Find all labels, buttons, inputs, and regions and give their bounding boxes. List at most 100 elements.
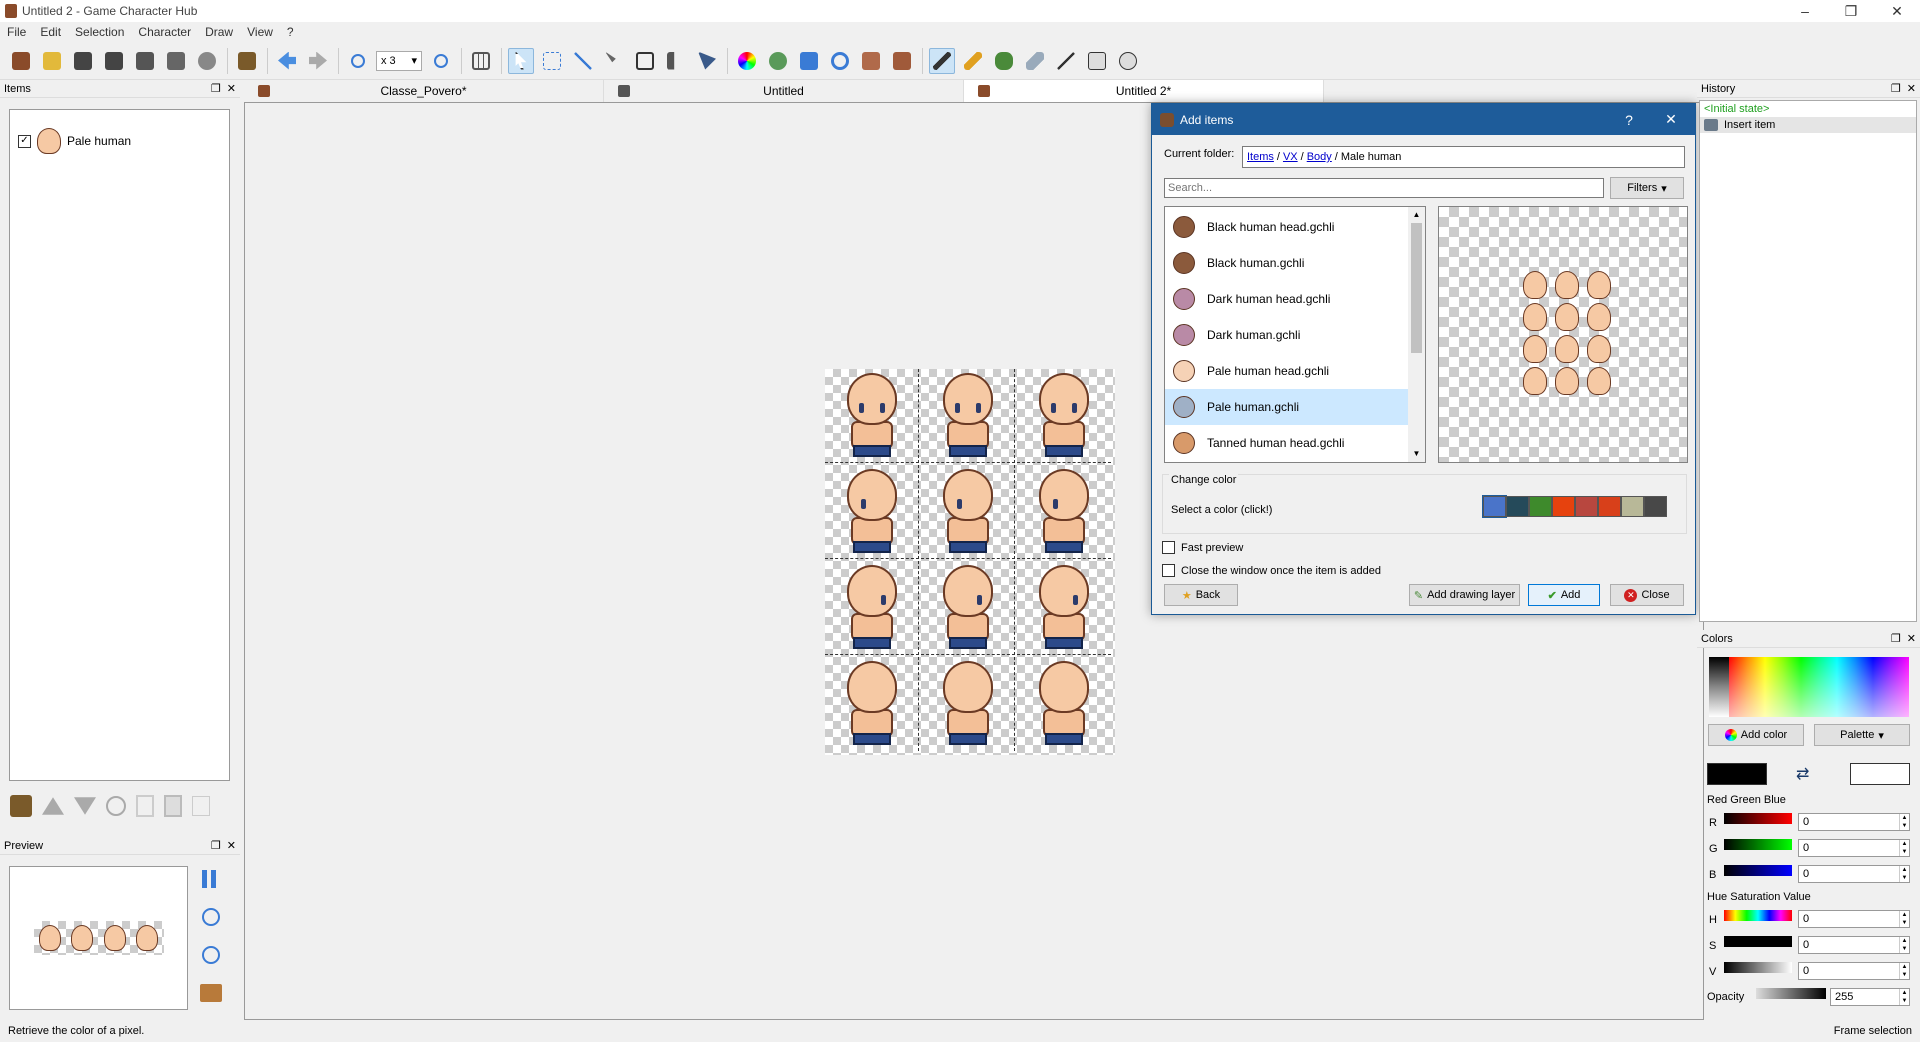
close-button[interactable]: ✕ Close bbox=[1610, 584, 1684, 606]
search-input[interactable] bbox=[1164, 178, 1604, 198]
file-list-item[interactable]: Black human.gchli bbox=[1165, 245, 1408, 281]
rotate-icon[interactable] bbox=[827, 48, 853, 74]
h-slider[interactable] bbox=[1724, 910, 1792, 921]
color-picker-grid[interactable] bbox=[1709, 657, 1909, 717]
duplicate-icon[interactable] bbox=[136, 795, 154, 817]
filters-button[interactable]: Filters ▾ bbox=[1610, 177, 1684, 199]
spin-arrows-icon[interactable]: ▲ ▼ bbox=[1899, 911, 1909, 927]
pointer-tool-icon[interactable] bbox=[508, 47, 534, 74]
zoom-in-icon[interactable] bbox=[428, 48, 454, 74]
color-swatch[interactable] bbox=[1506, 496, 1529, 517]
history-list[interactable]: <Initial state> Insert item bbox=[1699, 100, 1917, 622]
v-spinbox[interactable]: 0 ▲ ▼ bbox=[1798, 962, 1910, 980]
fast-preview-option[interactable]: Fast preview bbox=[1162, 541, 1243, 554]
file-list-item[interactable]: Tanned human head.gchli bbox=[1165, 425, 1408, 461]
g-slider[interactable] bbox=[1724, 839, 1792, 850]
settings-icon[interactable] bbox=[194, 48, 220, 74]
menu-character[interactable]: Character bbox=[131, 25, 198, 39]
save-as-icon[interactable] bbox=[101, 48, 127, 74]
restore-button[interactable]: ❐ bbox=[1828, 0, 1874, 22]
spin-arrows-icon[interactable]: ▲ ▼ bbox=[1899, 937, 1909, 953]
close-icon[interactable]: ✕ bbox=[1907, 632, 1916, 645]
menu-selection[interactable]: Selection bbox=[68, 25, 131, 39]
opacity-spinbox[interactable]: 255 ▲ ▼ bbox=[1830, 988, 1910, 1006]
ellipse-tool-icon[interactable] bbox=[1115, 48, 1141, 74]
h-spinbox[interactable]: 0 ▲ ▼ bbox=[1798, 910, 1910, 928]
menu-view[interactable]: View bbox=[240, 25, 280, 39]
spin-arrows-icon[interactable]: ▲ ▼ bbox=[1899, 989, 1909, 1005]
character-frame[interactable] bbox=[1017, 369, 1111, 463]
character-frame[interactable] bbox=[921, 561, 1015, 655]
character-frame[interactable] bbox=[1017, 561, 1111, 655]
close-once-added-option[interactable]: Close the window once the item is added bbox=[1162, 564, 1381, 577]
zoom-out-icon[interactable] bbox=[345, 48, 371, 74]
close-once-added-checkbox[interactable] bbox=[1162, 564, 1175, 577]
add-button[interactable]: ✔ Add bbox=[1528, 584, 1600, 606]
g-spinbox[interactable]: 0 ▲ ▼ bbox=[1798, 839, 1910, 857]
v-slider[interactable] bbox=[1724, 962, 1792, 973]
breadcrumb-body-link[interactable]: Body bbox=[1307, 151, 1332, 163]
eraser-icon[interactable] bbox=[1022, 48, 1048, 74]
crop-icon[interactable] bbox=[663, 48, 689, 74]
character-frame[interactable] bbox=[921, 369, 1015, 463]
menu-edit[interactable]: Edit bbox=[33, 25, 68, 39]
file-list-item[interactable]: Dark human head.gchli bbox=[1165, 281, 1408, 317]
pencil-icon[interactable] bbox=[960, 48, 986, 74]
breadcrumb-items-link[interactable]: Items bbox=[1247, 151, 1274, 163]
scroll-thumb[interactable] bbox=[1411, 223, 1422, 353]
dialog-close-icon[interactable]: ✕ bbox=[1651, 104, 1691, 135]
undo-icon[interactable] bbox=[274, 48, 300, 74]
breadcrumb-vx-link[interactable]: VX bbox=[1283, 151, 1298, 163]
flip-icon[interactable] bbox=[796, 48, 822, 74]
color-swatch[interactable] bbox=[1529, 496, 1552, 517]
add-drawing-layer-button[interactable]: ✎ Add drawing layer bbox=[1409, 584, 1520, 606]
r-spinbox[interactable]: 0 ▲ ▼ bbox=[1798, 813, 1910, 831]
save-icon[interactable] bbox=[70, 48, 96, 74]
character-frame[interactable] bbox=[825, 657, 919, 751]
color-swatch[interactable] bbox=[1552, 496, 1575, 517]
new-character-icon[interactable] bbox=[8, 48, 34, 74]
transform-icon[interactable] bbox=[694, 48, 720, 74]
print-icon[interactable] bbox=[163, 48, 189, 74]
character-frame[interactable] bbox=[825, 369, 919, 463]
spin-arrows-icon[interactable]: ▲ ▼ bbox=[1899, 840, 1909, 856]
properties-icon[interactable] bbox=[192, 796, 210, 816]
move-up-icon[interactable] bbox=[42, 797, 64, 815]
frame-icon[interactable] bbox=[632, 48, 658, 74]
close-window-button[interactable]: ✕ bbox=[1874, 0, 1920, 22]
swap-colors-icon[interactable]: ⇄ bbox=[1796, 764, 1809, 784]
character-frame[interactable] bbox=[1017, 657, 1111, 751]
history-entry[interactable]: Insert item bbox=[1700, 117, 1916, 133]
zoom-out-icon[interactable] bbox=[202, 946, 220, 964]
items-list[interactable]: ✓ Pale human bbox=[9, 109, 230, 781]
color-swatch[interactable] bbox=[1644, 496, 1667, 517]
float-icon[interactable]: ❐ bbox=[211, 839, 221, 852]
character-frame[interactable] bbox=[825, 561, 919, 655]
add-item-icon[interactable] bbox=[10, 795, 32, 817]
b-spinbox[interactable]: 0 ▲ ▼ bbox=[1798, 865, 1910, 883]
close-icon[interactable]: ✕ bbox=[1907, 82, 1916, 95]
character-frame[interactable] bbox=[921, 657, 1015, 751]
add-item-icon[interactable] bbox=[234, 48, 260, 74]
float-icon[interactable]: ❐ bbox=[211, 82, 221, 95]
remove-icon[interactable] bbox=[106, 796, 126, 816]
r-slider[interactable] bbox=[1724, 813, 1792, 824]
scroll-down-icon[interactable]: ▼ bbox=[1408, 446, 1425, 462]
menu-file[interactable]: File bbox=[0, 25, 33, 39]
eyedropper-icon[interactable] bbox=[929, 47, 955, 74]
color-swatch[interactable] bbox=[1482, 495, 1507, 518]
character-frame[interactable] bbox=[921, 465, 1015, 559]
close-icon[interactable]: ✕ bbox=[227, 82, 236, 95]
spin-arrows-icon[interactable]: ▲ ▼ bbox=[1899, 814, 1909, 830]
color-swatch[interactable] bbox=[1598, 496, 1621, 517]
file-list-item[interactable]: Black human head.gchli bbox=[1165, 209, 1408, 245]
s-slider[interactable] bbox=[1724, 936, 1792, 947]
line-tool-icon[interactable] bbox=[1053, 48, 1079, 74]
spin-arrows-icon[interactable]: ▲ ▼ bbox=[1899, 963, 1909, 979]
layout-icon[interactable] bbox=[889, 48, 915, 74]
open-icon[interactable] bbox=[39, 48, 65, 74]
fast-preview-checkbox[interactable] bbox=[1162, 541, 1175, 554]
list-scrollbar[interactable]: ▲ ▼ bbox=[1408, 207, 1425, 462]
tab-untitled[interactable]: Untitled bbox=[604, 80, 964, 102]
scroll-up-icon[interactable]: ▲ bbox=[1408, 207, 1425, 223]
